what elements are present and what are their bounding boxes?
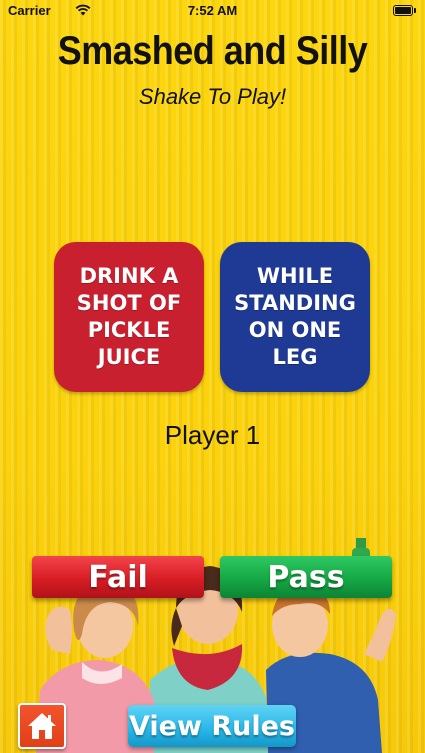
modifier-card-text: WHILE STANDING ON ONE LEG: [234, 264, 356, 369]
status-bar: Carrier 7:52 AM: [0, 0, 425, 22]
clock-time: 7:52 AM: [187, 3, 238, 18]
fail-button[interactable]: Fail: [32, 556, 204, 598]
current-player-label: Player 1: [164, 420, 261, 450]
app-title: Smashed and Silly: [57, 27, 368, 73]
subtitle-instruction: Shake To Play!: [138, 84, 287, 109]
home-icon: [28, 713, 56, 739]
action-card-text: DRINK A SHOT OF PICKLE JUICE: [76, 264, 182, 369]
pass-button[interactable]: Pass: [220, 556, 392, 598]
battery-icon: [393, 5, 417, 16]
modifier-card: WHILE STANDING ON ONE LEG: [220, 242, 370, 392]
view-rules-button[interactable]: View Rules: [128, 705, 296, 747]
action-card: DRINK A SHOT OF PICKLE JUICE: [54, 242, 204, 392]
home-button[interactable]: [18, 703, 66, 749]
